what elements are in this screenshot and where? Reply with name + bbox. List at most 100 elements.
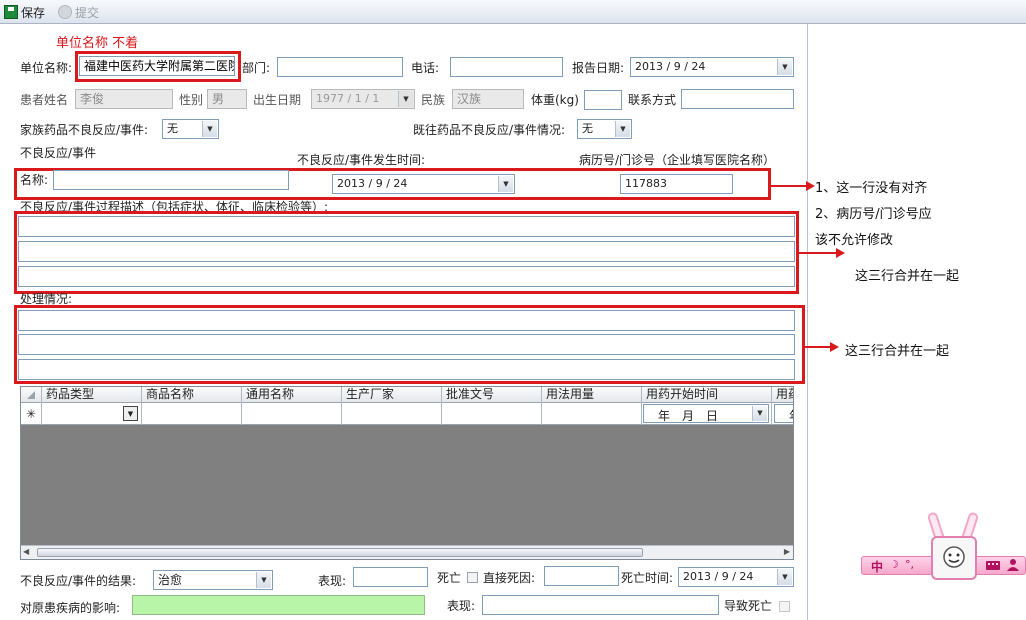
new-row-marker: ✳ — [21, 403, 42, 425]
cell-drug-type[interactable]: ▼ — [42, 403, 142, 425]
process-line-3[interactable] — [18, 266, 795, 287]
birth-date-label: 出生日期 — [253, 93, 302, 107]
cell-dosage[interactable] — [542, 403, 642, 425]
annotation-note-1: 1、这一行没有对齐 — [815, 181, 928, 196]
treatment-line-1[interactable] — [18, 310, 795, 331]
weight-input[interactable] — [584, 90, 622, 110]
unit-name-input[interactable]: 福建中医药大学附属第二医院 — [79, 56, 235, 76]
adr-time-value: 2013 / 9 / 24 — [337, 177, 408, 190]
save-label: 保存 — [21, 5, 46, 20]
keyboard-icon[interactable] — [985, 559, 1001, 571]
adr-name-input[interactable] — [53, 170, 289, 190]
chevron-down-icon[interactable]: ▼ — [256, 572, 271, 588]
chevron-down-icon[interactable]: ▼ — [777, 59, 792, 75]
chevron-down-icon[interactable]: ▼ — [752, 406, 767, 421]
process-line-2[interactable] — [18, 241, 795, 262]
department-label: 部门: — [242, 61, 271, 75]
cell-manufacturer[interactable] — [342, 403, 442, 425]
caused-death-checkbox[interactable] — [779, 601, 790, 612]
start-time-placeholder: 年 月 日 — [658, 409, 719, 423]
weight-label: 体重(kg) — [531, 93, 579, 107]
death-time-value: 2013 / 9 / 24 — [683, 570, 754, 583]
caused-death-label: 导致死亡 — [724, 599, 773, 613]
submit-button[interactable]: 提交 — [58, 2, 99, 22]
new-row[interactable]: ✳ ▼ 年 月 日 ▼ 年 — [21, 403, 793, 425]
scroll-left-icon[interactable]: ◀ — [23, 547, 29, 556]
impact-symptom-input[interactable] — [482, 595, 719, 615]
adr-time-label: 不良反应/事件发生时间: — [297, 153, 426, 167]
gender-input[interactable]: 男 — [207, 89, 247, 109]
result-label: 不良反应/事件的结果: — [20, 574, 137, 588]
ethnicity-label: 民族 — [421, 93, 446, 107]
birth-date-picker[interactable]: 1977 / 1 / 1 ▼ — [311, 89, 415, 109]
cell-end-time[interactable]: 年 — [772, 403, 793, 425]
chevron-down-icon[interactable]: ▼ — [202, 121, 217, 137]
death-checkbox[interactable] — [467, 572, 478, 583]
chevron-down-icon[interactable]: ▼ — [777, 569, 792, 585]
end-time-placeholder: 年 — [789, 409, 793, 423]
death-label: 死亡 — [437, 571, 462, 585]
smiley-icon — [943, 546, 965, 568]
col-manufacturer[interactable]: 生产厂家 — [342, 387, 442, 403]
result-select[interactable]: 治愈 ▼ — [153, 570, 273, 590]
start-time-picker[interactable]: 年 月 日 ▼ — [643, 404, 769, 423]
report-date-picker[interactable]: 2013 / 9 / 24 ▼ — [630, 57, 794, 77]
phone-label: 电话: — [411, 61, 440, 75]
contact-input[interactable] — [681, 89, 794, 109]
birth-date-value: 1977 / 1 / 1 — [316, 92, 380, 105]
record-number-input[interactable]: 117883 — [620, 174, 733, 194]
ethnicity-input[interactable]: 汉族 — [452, 89, 524, 109]
ime-mode[interactable]: 中 — [871, 558, 883, 575]
cell-start-time[interactable]: 年 月 日 ▼ — [642, 403, 772, 425]
chevron-down-icon[interactable]: ▼ — [498, 176, 513, 192]
chevron-down-icon[interactable]: ▼ — [398, 91, 413, 107]
department-input[interactable] — [277, 57, 403, 77]
end-time-picker[interactable]: 年 — [774, 404, 793, 423]
death-time-picker[interactable]: 2013 / 9 / 24 ▼ — [678, 567, 794, 587]
col-generic-name[interactable]: 通用名称 — [242, 387, 342, 403]
col-approval-no[interactable]: 批准文号 — [442, 387, 542, 403]
patient-name-input[interactable]: 李俊 — [75, 89, 173, 109]
punctuation-icon[interactable]: °, — [905, 558, 914, 571]
contact-label: 联系方式 — [628, 93, 677, 107]
horizontal-scrollbar[interactable]: ◀ ▶ — [21, 545, 793, 559]
treatment-line-2[interactable] — [18, 334, 795, 355]
cell-trade-name[interactable] — [142, 403, 242, 425]
history-adr-select[interactable]: 无 ▼ — [577, 119, 632, 139]
user-icon[interactable] — [1006, 558, 1020, 572]
adr-section-label: 不良反应/事件 — [20, 146, 97, 160]
symptom-label: 表现: — [318, 574, 347, 588]
ime-logo[interactable] — [931, 536, 977, 580]
chevron-down-icon[interactable]: ▼ — [615, 121, 630, 137]
symptom-input[interactable] — [353, 567, 428, 587]
treatment-line-3[interactable] — [18, 359, 795, 380]
impact-select[interactable] — [132, 595, 425, 615]
adr-time-picker[interactable]: 2013 / 9 / 24 ▼ — [332, 174, 515, 194]
death-time-label: 死亡时间: — [621, 571, 674, 585]
report-date-value: 2013 / 9 / 24 — [635, 60, 706, 73]
ime-toolbar[interactable]: 中 ☽ °, — [861, 511, 1026, 582]
scroll-right-icon[interactable]: ▶ — [784, 547, 790, 556]
process-line-1[interactable] — [18, 216, 795, 237]
annotation-note-2: 2、病历号/门诊号应 — [815, 207, 932, 222]
direct-cause-input[interactable] — [544, 566, 619, 586]
col-drug-type[interactable]: 药品类型 — [42, 387, 142, 403]
col-dosage[interactable]: 用法用量 — [542, 387, 642, 403]
chevron-down-icon[interactable]: ▼ — [123, 406, 138, 421]
annotation-note-3: 该不允许修改 — [815, 233, 894, 248]
adr-name-label: 名称: — [20, 173, 49, 187]
annotation-arrow-2 — [799, 248, 845, 258]
col-end-time[interactable]: 用药 — [772, 387, 793, 403]
drug-grid[interactable]: 药品类型 商品名称 通用名称 生产厂家 批准文号 用法用量 用药开始时间 用药 … — [20, 386, 794, 560]
submit-icon — [58, 5, 72, 19]
family-adr-select[interactable]: 无 ▼ — [162, 119, 219, 139]
scrollbar-thumb[interactable] — [37, 548, 643, 557]
select-all-corner[interactable] — [21, 387, 42, 403]
col-trade-name[interactable]: 商品名称 — [142, 387, 242, 403]
save-button[interactable]: 保存 — [4, 2, 45, 22]
phone-input[interactable] — [450, 57, 563, 77]
cell-generic-name[interactable] — [242, 403, 342, 425]
moon-icon[interactable]: ☽ — [889, 558, 899, 571]
cell-approval-no[interactable] — [442, 403, 542, 425]
col-start-time[interactable]: 用药开始时间 — [642, 387, 772, 403]
